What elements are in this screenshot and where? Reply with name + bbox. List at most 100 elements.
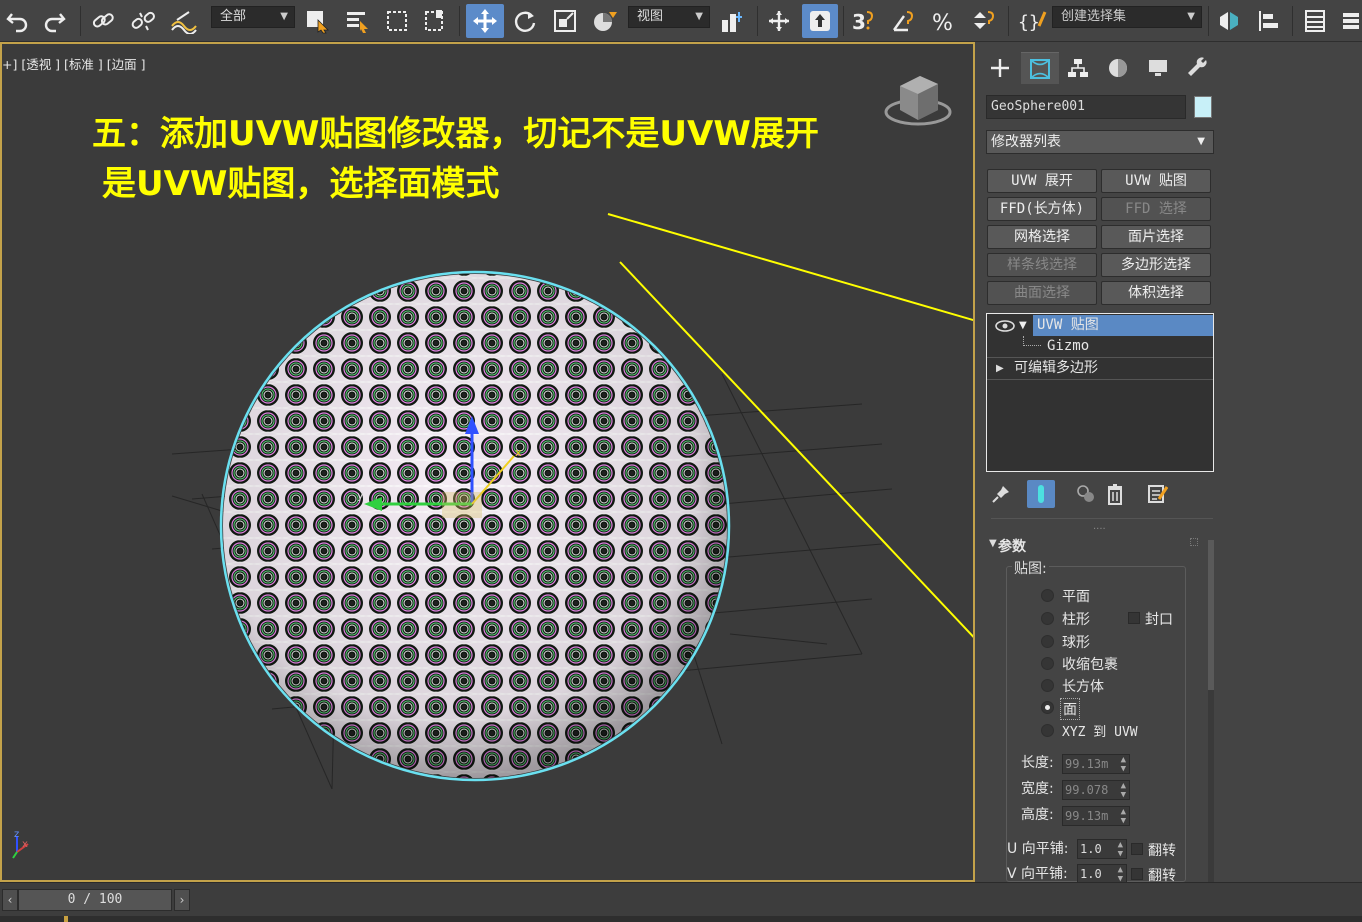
btn-patch-select[interactable]: 面片选择	[1101, 225, 1211, 249]
prev-frame-icon[interactable]: ‹	[2, 889, 18, 911]
edit-named-selections-icon[interactable]: {}	[1014, 4, 1050, 38]
viewcube-icon	[884, 76, 952, 126]
motion-icon	[1109, 59, 1127, 77]
link-icon[interactable]	[86, 4, 120, 38]
rollout-collapse-icon[interactable]: ▼	[989, 538, 997, 549]
unlink-icon[interactable]	[126, 4, 160, 38]
width-label: 宽度:	[1021, 781, 1054, 797]
btn-mesh-select[interactable]: 网格选择	[987, 225, 1097, 249]
btn-ffd-box[interactable]: FFD(长方体)	[987, 197, 1097, 221]
btn-uvw-unwrap[interactable]: UVW 展开	[987, 169, 1097, 193]
track-bar[interactable]	[0, 916, 1362, 922]
scale-tool-icon[interactable]	[548, 4, 582, 38]
select-object-icon[interactable]	[300, 4, 334, 38]
btn-uvw-map[interactable]: UVW 贴图	[1101, 169, 1211, 193]
ref-coord-dropdown[interactable]: 视图 ▼	[628, 6, 710, 28]
perspective-viewport[interactable]: +] [透视 ] [标准 ] [边面 ] y x z x 五：添加UVW贴图修改…	[0, 42, 975, 882]
v-flip-checkbox[interactable]	[1131, 868, 1143, 880]
btn-spline-select[interactable]: 样条线选择	[987, 253, 1097, 277]
snap-3d-icon[interactable]: 3	[847, 4, 881, 38]
angle-snap-icon[interactable]	[887, 4, 921, 38]
radio-box[interactable]	[1041, 679, 1054, 692]
rollout-title[interactable]: 参数	[998, 536, 1026, 556]
named-selection-placeholder: 创建选择集	[1061, 9, 1127, 24]
selection-filter-value: 全部	[220, 9, 247, 24]
v-tile-value: 1.0	[1080, 867, 1102, 881]
tab-utilities[interactable]	[1179, 52, 1217, 84]
length-spinner[interactable]: 99.13m ▲ ▼	[1062, 754, 1130, 774]
stack-row-uvw-map[interactable]: ▼ UVW 贴图	[987, 315, 1213, 336]
cap-checkbox[interactable]	[1128, 612, 1140, 624]
next-frame-icon[interactable]: ›	[174, 889, 190, 911]
radio-spherical[interactable]	[1041, 635, 1054, 648]
delete-modifier-icon[interactable]	[1101, 480, 1129, 508]
rect-selection-icon[interactable]	[380, 4, 414, 38]
rollout-drag-icon[interactable]	[1190, 538, 1198, 546]
u-flip-checkbox[interactable]	[1131, 843, 1143, 855]
pivot-center-icon[interactable]	[714, 4, 750, 38]
panel-scrollbar[interactable]	[1208, 540, 1214, 882]
configure-modifier-sets-icon[interactable]	[1143, 480, 1171, 508]
radio-face[interactable]	[1041, 701, 1054, 714]
align-icon[interactable]	[1252, 4, 1286, 38]
tab-create[interactable]	[981, 52, 1019, 84]
u-tile-value: 1.0	[1080, 842, 1102, 856]
bind-spacewarp-icon[interactable]	[166, 4, 200, 38]
window-crossing-icon[interactable]	[418, 4, 452, 38]
show-end-result-icon[interactable]	[1027, 480, 1055, 508]
modifier-list-dropdown[interactable]: 修改器列表 ▼	[986, 130, 1214, 154]
radio-xyz-to-uvw[interactable]	[1041, 724, 1054, 737]
radio-planar[interactable]	[1041, 589, 1054, 602]
selection-filter-dropdown[interactable]: 全部 ▼	[211, 6, 295, 28]
u-tile-spinner[interactable]: 1.0 ▲ ▼	[1077, 839, 1127, 859]
radio-face-label: 面	[1060, 698, 1080, 720]
chevron-down-icon: ▼	[1187, 11, 1195, 22]
svg-text:%: %	[932, 11, 953, 34]
stack-row-editable-poly[interactable]: ▶ 可编辑多边形	[987, 358, 1213, 379]
tab-modify[interactable]	[1021, 52, 1059, 84]
annotation-line-2: 是UVW贴图，选择面模式	[102, 164, 500, 204]
keyboard-shortcut-toggle-icon[interactable]	[802, 4, 838, 38]
u-tile-label: U 向平铺:	[1007, 841, 1069, 857]
select-manipulate-icon[interactable]	[762, 4, 796, 38]
radio-cylindrical[interactable]	[1041, 612, 1054, 625]
layer-icon[interactable]	[1340, 4, 1362, 38]
btn-surface-select[interactable]: 曲面选择	[987, 281, 1097, 305]
width-spinner[interactable]: 99.078 ▲ ▼	[1062, 780, 1130, 800]
pin-stack-icon[interactable]	[987, 480, 1015, 508]
tab-motion[interactable]	[1099, 52, 1137, 84]
modifier-stack[interactable]: ▼ UVW 贴图 Gizmo ▶ 可编辑多边形	[986, 313, 1214, 472]
height-spinner[interactable]: 99.13m ▲ ▼	[1062, 806, 1130, 826]
modify-icon	[1030, 58, 1050, 79]
rotate-tool-icon[interactable]	[508, 4, 542, 38]
spinner-snap-icon[interactable]	[967, 4, 1001, 38]
v-tile-spinner[interactable]: 1.0 ▲ ▼	[1077, 864, 1127, 884]
undo-icon[interactable]	[2, 4, 34, 38]
move-tool-icon[interactable]	[466, 4, 504, 38]
stack-row-gizmo[interactable]: Gizmo	[987, 336, 1213, 357]
select-by-name-icon[interactable]	[340, 4, 374, 38]
place-tool-icon[interactable]	[586, 4, 624, 38]
btn-ffd-select[interactable]: FFD 选择	[1101, 197, 1211, 221]
time-slider[interactable]: 0 / 100	[18, 889, 172, 911]
object-color-swatch[interactable]	[1194, 96, 1212, 118]
named-selection-dropdown[interactable]: 创建选择集 ▼	[1052, 6, 1202, 28]
percent-snap-icon[interactable]: %	[927, 4, 961, 38]
gizmo-y-label: y	[357, 489, 364, 502]
btn-poly-select[interactable]: 多边形选择	[1101, 253, 1211, 277]
stack-item-uvw-map-label[interactable]: UVW 贴图	[1033, 315, 1213, 336]
btn-volume-select[interactable]: 体积选择	[1101, 281, 1211, 305]
svg-text:3: 3	[852, 10, 866, 34]
make-unique-icon[interactable]	[1072, 480, 1100, 508]
tab-display[interactable]	[1139, 52, 1177, 84]
object-name-field[interactable]: GeoSphere001	[986, 95, 1186, 119]
redo-icon[interactable]	[38, 4, 70, 38]
hierarchy-icon	[1068, 59, 1088, 77]
expand-triangle-icon: ▼	[1019, 320, 1027, 331]
chevron-down-icon: ▼	[695, 11, 703, 22]
axis-x-label: x	[22, 839, 28, 850]
mirror-icon[interactable]	[1212, 4, 1246, 38]
tab-hierarchy[interactable]	[1059, 52, 1097, 84]
scene-explorer-icon[interactable]	[1298, 4, 1332, 38]
radio-shrink-wrap[interactable]	[1041, 657, 1054, 670]
